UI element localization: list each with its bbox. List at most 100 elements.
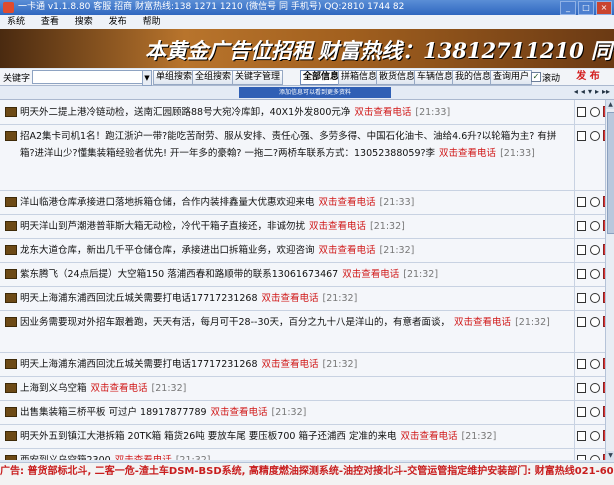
message-row[interactable]: 因业务需要现对外招车跟着跑，天天有活，每月可干28--30天，百分之九十八是洋山… bbox=[0, 310, 614, 353]
tab-my-info[interactable]: 我的信息 bbox=[452, 70, 495, 85]
scroll-up-arrow-icon[interactable]: ▲ bbox=[606, 100, 614, 109]
view-phone-link[interactable]: 双击查看电话 bbox=[439, 148, 496, 159]
close-button[interactable]: × bbox=[596, 1, 612, 15]
chat-bubble-icon[interactable] bbox=[590, 245, 600, 255]
chevron-down-icon[interactable]: ▼ bbox=[142, 70, 152, 86]
chat-bubble-icon[interactable] bbox=[590, 359, 600, 369]
tab-lcl-info[interactable]: 拼箱信息 bbox=[338, 70, 381, 85]
message-row[interactable]: 龙东大道仓库，新出几千平仓储仓库，承接进出口拆箱业务，欢迎咨询 双击查看电话 [21… bbox=[0, 238, 614, 263]
view-phone-link[interactable]: 双击查看电话 bbox=[262, 359, 319, 370]
message-row[interactable]: 明天外二提上港冷链动检，送南汇园顾路88号大宛冷库卸，40X1外发800元净 双击… bbox=[0, 100, 614, 125]
message-text[interactable]: 明天外五到镇江大港拆箱 20TK箱 箱货26吨 要放车尾 要压板700 箱子还浦… bbox=[20, 428, 570, 445]
document-icon[interactable] bbox=[577, 383, 586, 393]
scroll-checkbox-label: 滚动 bbox=[542, 74, 561, 84]
view-phone-link[interactable]: 双击查看电话 bbox=[400, 431, 457, 442]
message-text[interactable]: 因业务需要现对外招车跟着跑，天天有活，每月可干28--30天，百分之九十八是洋山… bbox=[20, 314, 570, 331]
chat-bubble-icon[interactable] bbox=[590, 407, 600, 417]
document-icon[interactable] bbox=[577, 107, 586, 117]
add-info-notice[interactable]: 添加信息可以看到更多资料 bbox=[239, 87, 391, 98]
document-icon[interactable] bbox=[577, 197, 586, 207]
publish-button[interactable]: 发 布 bbox=[566, 69, 610, 85]
document-icon[interactable] bbox=[577, 221, 586, 231]
ad-banner[interactable]: 本黄金广告位招租 财富热线：13812711210 同微信号 bbox=[0, 29, 614, 68]
message-text[interactable]: 明天洋山到芦潮港普菲斯大箱无动检，冷代干箱子直接还，非诚勿扰 双击查看电话 [21:… bbox=[20, 218, 570, 235]
menu-help[interactable]: 帮助 bbox=[143, 15, 161, 29]
view-phone-link[interactable]: 双击查看电话 bbox=[115, 455, 172, 460]
first-page-icon[interactable]: ◂ bbox=[574, 87, 578, 96]
message-row[interactable]: 明天上海浦东浦西回沈丘城关需要打电话17717231268 双击查看电话 [21:3… bbox=[0, 352, 614, 377]
message-text[interactable]: 明天上海浦东浦西回沈丘城关需要打电话17717231268 双击查看电话 [21:3… bbox=[20, 290, 570, 307]
message-text[interactable]: 上海到义乌空箱 双击查看电话 [21:32] bbox=[20, 380, 570, 397]
vertical-scrollbar[interactable]: ▲ ▼ bbox=[605, 100, 614, 460]
message-row[interactable]: 明天上海浦东浦西回沈丘城关需要打电话17717231268 双击查看电话 [21:3… bbox=[0, 286, 614, 311]
message-text[interactable]: 龙东大道仓库，新出几千平仓储仓库，承接进出口拆箱业务，欢迎咨询 双击查看电话 [21… bbox=[20, 242, 570, 259]
chat-bubble-icon[interactable] bbox=[590, 293, 600, 303]
message-row[interactable]: 上海到义乌空箱 双击查看电话 [21:32] bbox=[0, 376, 614, 401]
chat-bubble-icon[interactable] bbox=[590, 317, 600, 327]
message-text[interactable]: 紫东腾飞（24点后提）大空箱150 落浦西春和路顺带的联系13061673467… bbox=[20, 266, 570, 283]
view-phone-link[interactable]: 双击查看电话 bbox=[454, 317, 511, 328]
document-icon[interactable] bbox=[577, 455, 586, 460]
message-time: [21:33] bbox=[379, 197, 415, 208]
message-text[interactable]: 明天上海浦东浦西回沈丘城关需要打电话17717231268 双击查看电话 [21:3… bbox=[20, 356, 570, 373]
all-groups-search-button[interactable]: 全组搜索 bbox=[192, 70, 235, 85]
message-row[interactable]: 招A2集卡司机1名！跑江浙沪一带?能吃苦耐劳、服从安排、责任心强、多劳多得、中国… bbox=[0, 124, 614, 191]
view-phone-link[interactable]: 双击查看电话 bbox=[319, 245, 376, 256]
message-text[interactable]: 洋山临港仓库承接进口落地拆箱仓储，合作内装排鑫量大优惠欢迎来电 双击查看电话 [21… bbox=[20, 194, 570, 211]
chat-bubble-icon[interactable] bbox=[590, 455, 600, 460]
menu-publish[interactable]: 发布 bbox=[109, 15, 127, 29]
next-page-icon[interactable]: ▸ bbox=[595, 87, 599, 96]
document-icon[interactable] bbox=[577, 317, 586, 327]
chat-bubble-icon[interactable] bbox=[590, 197, 600, 207]
chat-bubble-icon[interactable] bbox=[590, 107, 600, 117]
last-page-icon[interactable]: ▸▸ bbox=[602, 87, 610, 96]
message-row[interactable]: 出售集装箱三桥平板 可过户 18917877789 双击查看电话 [21:32] bbox=[0, 400, 614, 425]
message-row[interactable]: 洋山临港仓库承接进口落地拆箱仓储，合作内装排鑫量大优惠欢迎来电 双击查看电话 [21… bbox=[0, 190, 614, 215]
view-phone-link[interactable]: 双击查看电话 bbox=[319, 197, 376, 208]
document-icon[interactable] bbox=[577, 269, 586, 279]
scroll-down-icon[interactable]: ▾ bbox=[588, 87, 592, 96]
chat-bubble-icon[interactable] bbox=[590, 131, 600, 141]
view-phone-link[interactable]: 双击查看电话 bbox=[309, 221, 366, 232]
prev-page-icon[interactable]: ◂ bbox=[581, 87, 585, 96]
menu-search[interactable]: 搜索 bbox=[75, 15, 93, 29]
minimize-button[interactable]: _ bbox=[560, 1, 576, 15]
message-row[interactable]: 西安到义乌空箱2300 双击查看电话 [21:32] bbox=[0, 448, 614, 460]
message-row[interactable]: 明天外五到镇江大港拆箱 20TK箱 箱货26吨 要放车尾 要压板700 箱子还浦… bbox=[0, 424, 614, 449]
message-list[interactable]: 明天外二提上港冷链动检，送南汇园顾路88号大宛冷库卸，40X1外发800元净 双击… bbox=[0, 100, 614, 460]
keyword-manage-button[interactable]: 关键字管理 bbox=[232, 70, 284, 85]
scroll-checkbox[interactable]: ✓ bbox=[531, 72, 541, 82]
message-text[interactable]: 明天外二提上港冷链动检，送南汇园顾路88号大宛冷库卸，40X1外发800元净 双击… bbox=[20, 104, 570, 121]
maximize-button[interactable]: □ bbox=[578, 1, 594, 15]
document-icon[interactable] bbox=[577, 293, 586, 303]
tab-vehicle-info[interactable]: 车辆信息 bbox=[414, 70, 457, 85]
view-phone-link[interactable]: 双击查看电话 bbox=[91, 383, 148, 394]
message-row[interactable]: 明天洋山到芦潮港普菲斯大箱无动检，冷代干箱子直接还，非诚勿扰 双击查看电话 [21:… bbox=[0, 214, 614, 239]
document-icon[interactable] bbox=[577, 359, 586, 369]
tab-all-info[interactable]: 全部信息 bbox=[300, 70, 343, 85]
view-phone-link[interactable]: 双击查看电话 bbox=[211, 407, 268, 418]
chat-bubble-icon[interactable] bbox=[590, 221, 600, 231]
view-phone-link[interactable]: 双击查看电话 bbox=[354, 107, 411, 118]
chat-bubble-icon[interactable] bbox=[590, 431, 600, 441]
document-icon[interactable] bbox=[577, 407, 586, 417]
chat-bubble-icon[interactable] bbox=[590, 269, 600, 279]
scroll-down-arrow-icon[interactable]: ▼ bbox=[606, 451, 614, 460]
menu-system[interactable]: 系统 bbox=[7, 15, 25, 29]
tab-bulk-info[interactable]: 散货信息 bbox=[376, 70, 419, 85]
tab-query-user[interactable]: 查询用户 bbox=[490, 70, 533, 85]
message-text[interactable]: 西安到义乌空箱2300 双击查看电话 [21:32] bbox=[20, 452, 570, 460]
document-icon[interactable] bbox=[577, 245, 586, 255]
chat-bubble-icon[interactable] bbox=[590, 383, 600, 393]
document-icon[interactable] bbox=[577, 131, 586, 141]
menu-view[interactable]: 查看 bbox=[41, 15, 59, 29]
message-text[interactable]: 出售集装箱三桥平板 可过户 18917877789 双击查看电话 [21:32] bbox=[20, 404, 570, 421]
message-text[interactable]: 招A2集卡司机1名！跑江浙沪一带?能吃苦耐劳、服从安排、责任心强、多劳多得、中国… bbox=[20, 128, 570, 162]
view-phone-link[interactable]: 双击查看电话 bbox=[342, 269, 399, 280]
view-phone-link[interactable]: 双击查看电话 bbox=[262, 293, 319, 304]
single-group-search-button[interactable]: 单组搜索 bbox=[153, 70, 196, 85]
message-row[interactable]: 紫东腾飞（24点后提）大空箱150 落浦西春和路顺带的联系13061673467… bbox=[0, 262, 614, 287]
document-icon[interactable] bbox=[577, 431, 586, 441]
keyword-input[interactable] bbox=[32, 70, 150, 84]
scrollbar-thumb[interactable] bbox=[607, 112, 614, 234]
